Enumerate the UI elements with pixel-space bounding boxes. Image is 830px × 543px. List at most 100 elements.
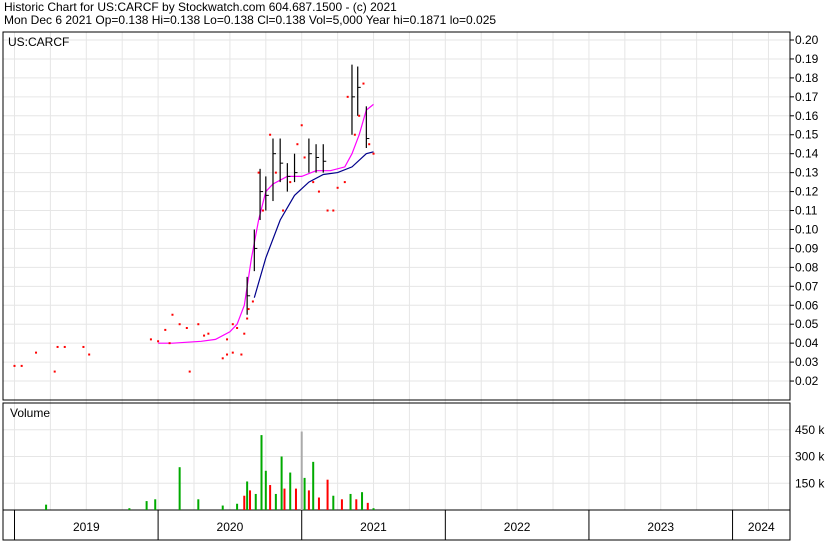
volume-bar xyxy=(366,502,369,510)
price-tick-label: 0.17 xyxy=(795,90,819,104)
price-point xyxy=(368,143,371,146)
price-tick-label: 0.12 xyxy=(795,185,819,199)
year-label: 2024 xyxy=(748,520,775,534)
price-point xyxy=(13,364,16,367)
volume-bar xyxy=(303,477,306,510)
price-point xyxy=(282,209,285,212)
price-point xyxy=(149,338,152,341)
price-point xyxy=(53,370,56,373)
price-point xyxy=(35,351,38,354)
price-tick-label: 0.02 xyxy=(795,374,819,388)
volume-bar xyxy=(246,481,249,510)
price-point xyxy=(207,332,210,335)
price-point xyxy=(231,351,234,354)
price-point xyxy=(221,357,224,360)
price-tick-label: 0.05 xyxy=(795,317,819,331)
price-point xyxy=(185,327,188,329)
year-label: 2020 xyxy=(217,520,244,534)
price-point xyxy=(353,133,356,136)
volume-bar xyxy=(264,470,267,510)
price-point xyxy=(257,171,260,174)
price-tick-label: 0.04 xyxy=(795,336,819,350)
price-point xyxy=(303,156,306,159)
price-point xyxy=(358,114,361,117)
price-point xyxy=(251,300,254,303)
volume-bar xyxy=(332,495,335,510)
price-point xyxy=(332,209,335,212)
price-point xyxy=(312,181,315,184)
volume-bar xyxy=(145,501,148,510)
price-tick-label: 0.20 xyxy=(795,33,819,47)
price-tick-label: 0.13 xyxy=(795,166,819,180)
price-tick-label: 0.06 xyxy=(795,298,819,312)
price-point xyxy=(362,82,365,85)
grid-layer xyxy=(3,32,790,510)
price-point xyxy=(231,323,234,326)
volume-bar xyxy=(221,505,224,510)
time-axis: 2019 2020 2021 2022 2023 2024 xyxy=(13,510,775,540)
price-point xyxy=(246,317,249,320)
volume-bar xyxy=(178,467,181,510)
price-point xyxy=(171,313,174,316)
price-point xyxy=(343,181,346,184)
price-tick-label: 0.10 xyxy=(795,222,819,236)
volume-bar xyxy=(361,492,364,510)
volume-tick-label: 450 k xyxy=(795,423,825,437)
price-tick-label: 0.03 xyxy=(795,355,819,369)
price-point xyxy=(164,328,167,331)
price-point xyxy=(157,340,160,343)
price-tick-label: 0.15 xyxy=(795,128,819,142)
volume-bar xyxy=(307,490,310,510)
price-panel-frame xyxy=(2,31,791,401)
volume-bar xyxy=(312,461,315,510)
volume-bar xyxy=(254,493,257,510)
volume-bar xyxy=(243,495,246,510)
price-tick-label: 0.16 xyxy=(795,109,819,123)
price-point xyxy=(82,345,85,348)
volume-bar xyxy=(260,435,263,510)
volume-bar xyxy=(317,497,320,510)
volume-bar xyxy=(280,456,283,510)
price-point xyxy=(289,181,292,184)
volume-tick-label: 150 k xyxy=(795,476,825,490)
volume-bar xyxy=(283,488,286,510)
price-point xyxy=(247,308,250,311)
price-point xyxy=(63,345,66,348)
price-point xyxy=(346,95,349,98)
price-point xyxy=(168,342,171,345)
price-tick-label: 0.14 xyxy=(795,147,819,161)
volume-bar xyxy=(372,508,375,510)
volume-bar xyxy=(349,493,352,510)
price-point xyxy=(197,323,200,326)
price-tick-label: 0.18 xyxy=(795,71,819,85)
volume-bar xyxy=(269,485,272,510)
price-point xyxy=(243,332,246,335)
price-tick-label: 0.08 xyxy=(795,260,819,274)
price-point xyxy=(326,209,329,212)
price-point xyxy=(317,190,320,193)
volume-bar xyxy=(340,499,343,510)
price-point xyxy=(88,353,91,356)
price-tick-label: 0.07 xyxy=(795,279,819,293)
year-label: 2023 xyxy=(647,520,674,534)
volume-bar xyxy=(154,499,157,510)
volume-bar xyxy=(289,472,292,510)
volume-bar xyxy=(128,508,131,510)
volume-bar xyxy=(300,431,303,510)
price-point xyxy=(188,370,191,373)
price-axis: 0.20 0.19 0.18 0.17 0.16 0.15 0.14 0.13 0.12 0.11… xyxy=(790,33,819,388)
long-moving-average-line xyxy=(253,151,374,298)
stock-chart: US:CARCF Volume 0.20 0.19 0.18 0.17 0.16 0.15… xyxy=(2,31,825,541)
price-point xyxy=(20,364,23,367)
price-point xyxy=(240,353,243,356)
volume-bar xyxy=(197,499,200,510)
price-point xyxy=(226,353,229,356)
volume-bars xyxy=(45,431,375,510)
price-point xyxy=(203,334,206,337)
volume-bar xyxy=(45,504,48,510)
price-tick-label: 0.19 xyxy=(795,52,819,66)
chart-page: Historic Chart for US:CARCF by Stockwatc… xyxy=(0,0,830,543)
price-tick-label: 0.09 xyxy=(795,241,819,255)
symbol-label: US:CARCF xyxy=(8,35,69,49)
volume-bar xyxy=(236,503,239,510)
